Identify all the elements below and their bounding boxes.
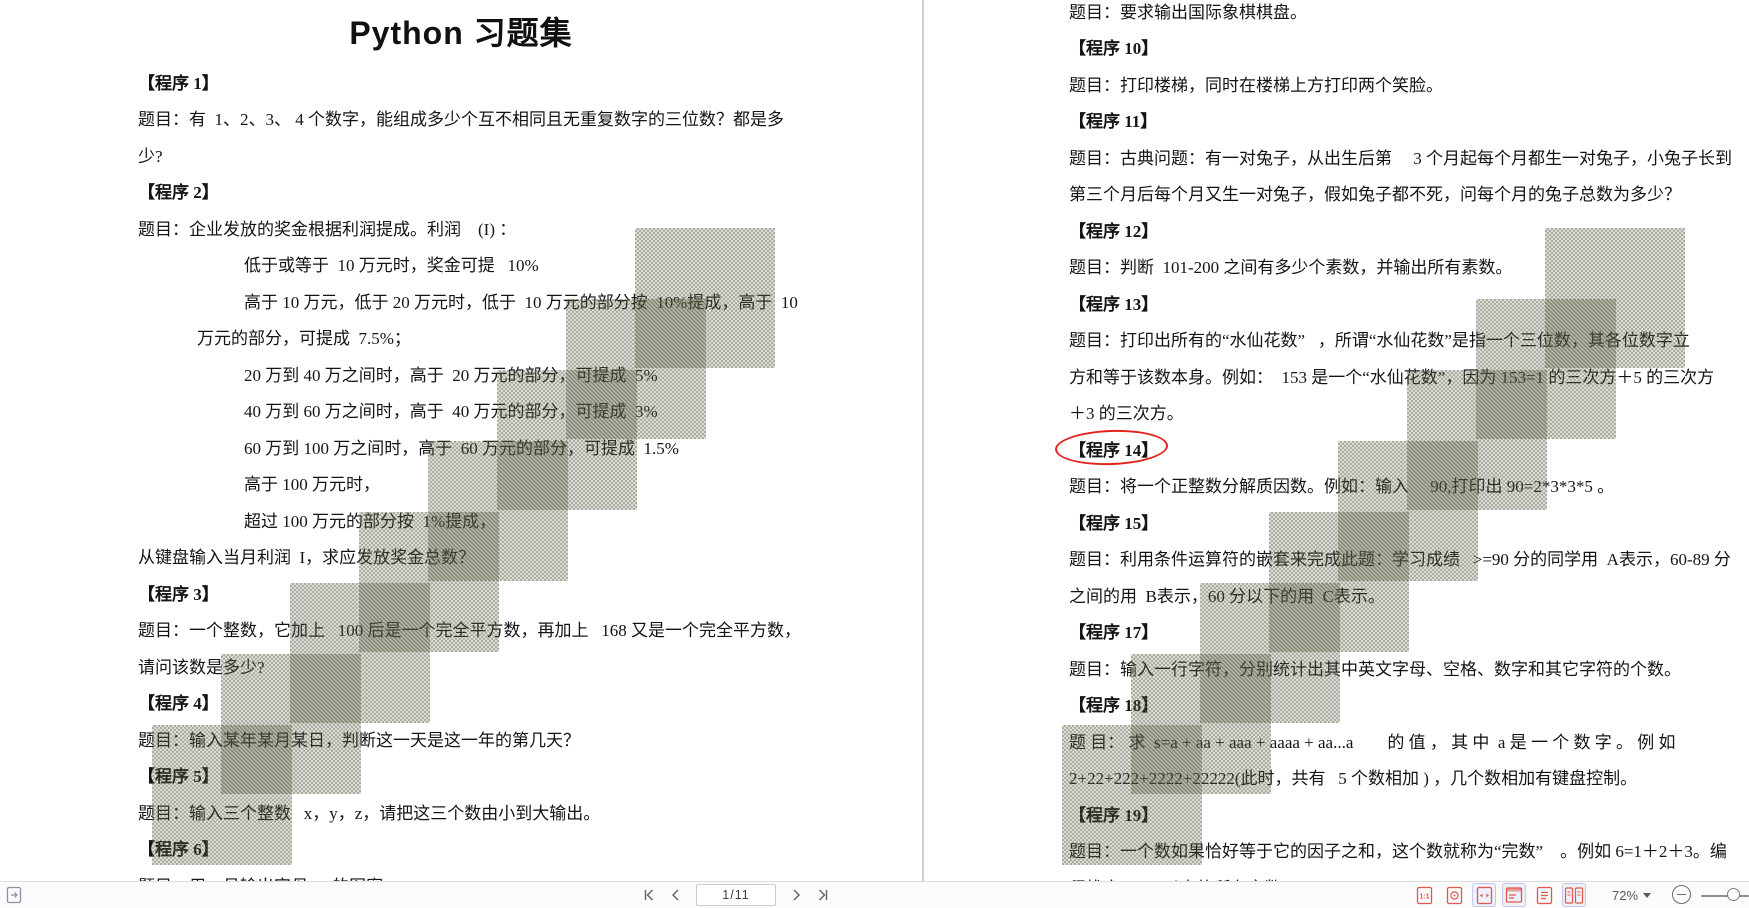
doc-line: 高于 100 万元时， (138, 465, 922, 502)
circled-heading: 【程序 14】 (1069, 436, 1158, 461)
doc-line: 【程序 19】 (1069, 795, 1749, 832)
page-number-input[interactable] (696, 884, 776, 906)
doc-line: 【程序 14】 (1069, 430, 1749, 467)
two-page-view-icon (1564, 886, 1584, 905)
doc-line: ＋3 的三次方。 (1069, 394, 1749, 431)
last-page-button[interactable] (816, 887, 830, 903)
right-page-lines: 题目：要求输出国际象棋棋盘。【程序 10】题目：打印楼梯，同时在楼梯上方打印两个… (1069, 0, 1749, 881)
doc-line: 【程序 3】 (138, 574, 922, 611)
doc-line: 请问该数是多少? (138, 647, 922, 684)
page-left: Python 习题集 【程序 1】题目：有 1、2、3、 4 个数字，能组成多少… (0, 0, 922, 881)
single-page-view-button[interactable] (1502, 883, 1526, 907)
fit-page-icon (1446, 886, 1463, 905)
doc-line: 【程序 4】 (138, 684, 922, 721)
doc-line: 【程序 18】 (1069, 686, 1749, 723)
doc-line: 题目：打印出所有的“水仙花数” ，所谓“水仙花数”是指一个三位数，其各位数字立 (1069, 321, 1749, 358)
doc-line: 题目：输入三个整数 x，y，z，请把这三个数由小到大输出。 (138, 793, 922, 830)
zoom-level-dropdown[interactable]: 72% (1612, 882, 1651, 908)
doc-line: 高于 10 万元，低于 20 万元时，低于 10 万元的部分按 10%提成，高于… (138, 282, 922, 319)
doc-line: 少? (138, 136, 922, 173)
doc-line: 题目：将一个正整数分解质因数。例如：输入 90,打印出 90=2*3*3*5 。 (1069, 467, 1749, 504)
svg-text:1:1: 1:1 (1419, 893, 1429, 900)
document-area: Python 习题集 【程序 1】题目：有 1、2、3、 4 个数字，能组成多少… (0, 0, 1749, 881)
continuous-view-button[interactable] (1532, 883, 1556, 907)
doc-line: 题目：要求输出国际象棋棋盘。 (1069, 0, 1749, 29)
doc-line: 【程序 11】 (1069, 102, 1749, 139)
actual-size-1to1-icon: 1:1 (1416, 886, 1433, 905)
doc-line: 方和等于该数本身。例如： 153 是一个“水仙花数”，因为 153=1 的三次方… (1069, 357, 1749, 394)
doc-line: 低于或等于 10 万元时，奖金可提 10% (138, 246, 922, 283)
left-page-lines: 【程序 1】题目：有 1、2、3、 4 个数字，能组成多少个互不相同且无重复数字… (138, 63, 922, 881)
doc-line: 之间的用 B表示，60 分以下的用 C表示。 (1069, 576, 1749, 613)
doc-line: 题目：利用条件运算符的嵌套来完成此题：学习成绩 >=90 分的同学用 A表示，6… (1069, 540, 1749, 577)
page-right: 题目：要求输出国际象棋棋盘。【程序 10】题目：打印楼梯，同时在楼梯上方打印两个… (925, 0, 1749, 881)
doc-line: 【程序 1】 (138, 63, 922, 100)
page-thumbnail-icon (6, 886, 22, 904)
page-navigation (642, 882, 830, 908)
view-mode-controls: 1:1 (1412, 882, 1586, 908)
bottom-toolbar: 1:1 (0, 881, 1749, 908)
doc-line: 程找出 1000 以内的所有完数. (1069, 868, 1749, 881)
actual-size-button[interactable]: 1:1 (1412, 883, 1436, 907)
doc-line: 从键盘输入当月利润 I，求应发放奖金总数？ (138, 538, 922, 575)
doc-line: 题目：打印楼梯，同时在楼梯上方打印两个笑脸。 (1069, 65, 1749, 102)
doc-line: 题目：一个数如果恰好等于它的因子之和，这个数就称为“完数” 。例如 6=1＋2＋… (1069, 832, 1749, 869)
zoom-slider-knob[interactable] (1727, 888, 1740, 901)
doc-line: 题目：用 * 号输出字母 C 的图案. (138, 866, 922, 881)
doc-line: 【程序 10】 (1069, 29, 1749, 66)
zoom-level-value: 72% (1612, 888, 1638, 903)
zoom-slider-track[interactable] (1701, 895, 1749, 897)
page-thumbnail-button[interactable] (6, 882, 22, 908)
doc-line: 【程序 17】 (1069, 613, 1749, 650)
doc-line: 【程序 6】 (138, 830, 922, 867)
fit-width-icon (1476, 886, 1493, 905)
first-page-button[interactable] (642, 887, 656, 903)
fit-page-button[interactable] (1442, 883, 1466, 907)
doc-line: 万元的部分，可提成 7.5%； (138, 319, 922, 356)
single-page-view-icon (1505, 886, 1523, 904)
zoom-slider (1701, 882, 1749, 908)
fit-width-button[interactable] (1472, 883, 1496, 907)
doc-line: 超过 100 万元的部分按 1%提成， (138, 501, 922, 538)
doc-line: 题目：企业发放的奖金根据利润提成。利润 (I) ： (138, 209, 922, 246)
doc-line: 题目：判断 101-200 之间有多少个素数，并输出所有素数。 (1069, 248, 1749, 285)
continuous-view-icon (1536, 886, 1553, 905)
doc-line: 【程序 5】 (138, 757, 922, 794)
previous-page-button[interactable] (669, 887, 683, 903)
doc-line: 题目：输入一行字符，分别统计出其中英文字母、空格、数字和其它字符的个数。 (1069, 649, 1749, 686)
doc-line: 【程序 12】 (1069, 211, 1749, 248)
doc-line: 题目：一个整数，它加上 100 后是一个完全平方数，再加上 168 又是一个完全… (138, 611, 922, 648)
doc-line: 20 万到 40 万之间时，高于 20 万元的部分，可提成 5% (138, 355, 922, 392)
page-divider (922, 0, 924, 881)
doc-line: 题目：古典问题：有一对兔子，从出生后第 3 个月起每个月都生一对兔子，小兔子长到 (1069, 138, 1749, 175)
zoom-out-minus-icon (1677, 894, 1686, 896)
doc-line: 【程序 2】 (138, 173, 922, 210)
pdf-viewer-window: Python 习题集 【程序 1】题目：有 1、2、3、 4 个数字，能组成多少… (0, 0, 1749, 908)
chevron-down-icon (1643, 893, 1651, 898)
doc-line: 题目：有 1、2、3、 4 个数字，能组成多少个互不相同且无重复数字的三位数？都… (138, 100, 922, 137)
next-page-button[interactable] (789, 887, 803, 903)
zoom-out-button[interactable] (1672, 885, 1691, 904)
doc-line: 【程序 15】 (1069, 503, 1749, 540)
doc-line: 【程序 13】 (1069, 284, 1749, 321)
doc-line: 60 万到 100 万之间时，高于 60 万元的部分，可提成 1.5% (138, 428, 922, 465)
doc-line: 题目：输入某年某月某日，判断这一天是这一年的第几天？ (138, 720, 922, 757)
doc-line: 题 目： 求 s=a + aa + aaa + aaaa + aa...a 的 … (1069, 722, 1749, 759)
document-title: Python 习题集 (0, 8, 922, 54)
doc-line: 第三个月后每个月又生一对兔子，假如兔子都不死，问每个月的兔子总数为多少？ (1069, 175, 1749, 212)
doc-line: 40 万到 60 万之间时，高于 40 万元的部分，可提成 3% (138, 392, 922, 429)
two-page-view-button[interactable] (1562, 883, 1586, 907)
doc-line: 2+22+222+2222+22222(此时，共有 5 个数相加 ) ，几个数相… (1069, 759, 1749, 796)
